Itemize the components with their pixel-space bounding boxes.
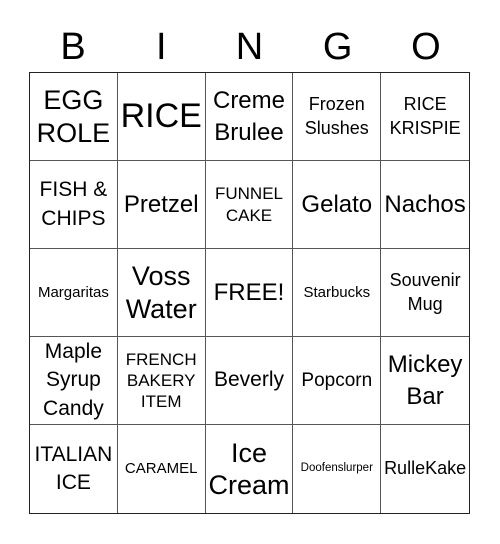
- header-letter-n: N: [235, 26, 264, 68]
- bingo-cell[interactable]: FRENCH BAKERY ITEM: [117, 337, 206, 425]
- bingo-cell[interactable]: Margaritas: [30, 249, 118, 337]
- bingo-cell[interactable]: RulleKake: [381, 425, 469, 513]
- bingo-cell[interactable]: CARAMEL: [118, 425, 206, 513]
- bingo-cell[interactable]: Beverly: [205, 337, 294, 425]
- header-letter-g: G: [322, 26, 353, 68]
- bingo-cell[interactable]: Starbucks: [293, 249, 382, 337]
- bingo-board: EGG ROLE RICE Creme Brulee Frozen Slushe…: [29, 72, 470, 514]
- bingo-cell[interactable]: RICE: [117, 73, 206, 161]
- bingo-cell[interactable]: Nachos: [381, 161, 469, 249]
- bingo-cell[interactable]: Maple Syrup Candy: [30, 337, 118, 425]
- bingo-cell[interactable]: RICE KRISPIE: [381, 73, 469, 161]
- header-letter-o: O: [411, 26, 441, 68]
- bingo-cell[interactable]: EGG ROLE: [30, 73, 118, 161]
- bingo-cell[interactable]: Ice Cream: [206, 425, 294, 513]
- bingo-cell[interactable]: Doofenslurper: [293, 425, 382, 513]
- header-letter-b: B: [60, 26, 86, 68]
- bingo-cell[interactable]: Popcorn: [293, 337, 382, 425]
- bingo-cell[interactable]: ITALIAN ICE: [30, 425, 118, 513]
- header-letter-i: I: [156, 26, 167, 68]
- bingo-cell[interactable]: Voss Water: [117, 249, 206, 337]
- bingo-cell[interactable]: Mickey Bar: [381, 337, 469, 425]
- bingo-cell[interactable]: Gelato: [293, 161, 382, 249]
- bingo-cell[interactable]: Frozen Slushes: [293, 73, 382, 161]
- bingo-header: B I N G O: [29, 22, 470, 72]
- bingo-cell[interactable]: Creme Brulee: [205, 73, 294, 161]
- free-space[interactable]: FREE!: [205, 249, 294, 337]
- bingo-cell[interactable]: FUNNEL CAKE: [205, 161, 294, 249]
- bingo-cell[interactable]: Souvenir Mug: [381, 249, 469, 337]
- bingo-cell[interactable]: FISH & CHIPS: [30, 161, 118, 249]
- bingo-cell[interactable]: Pretzel: [117, 161, 206, 249]
